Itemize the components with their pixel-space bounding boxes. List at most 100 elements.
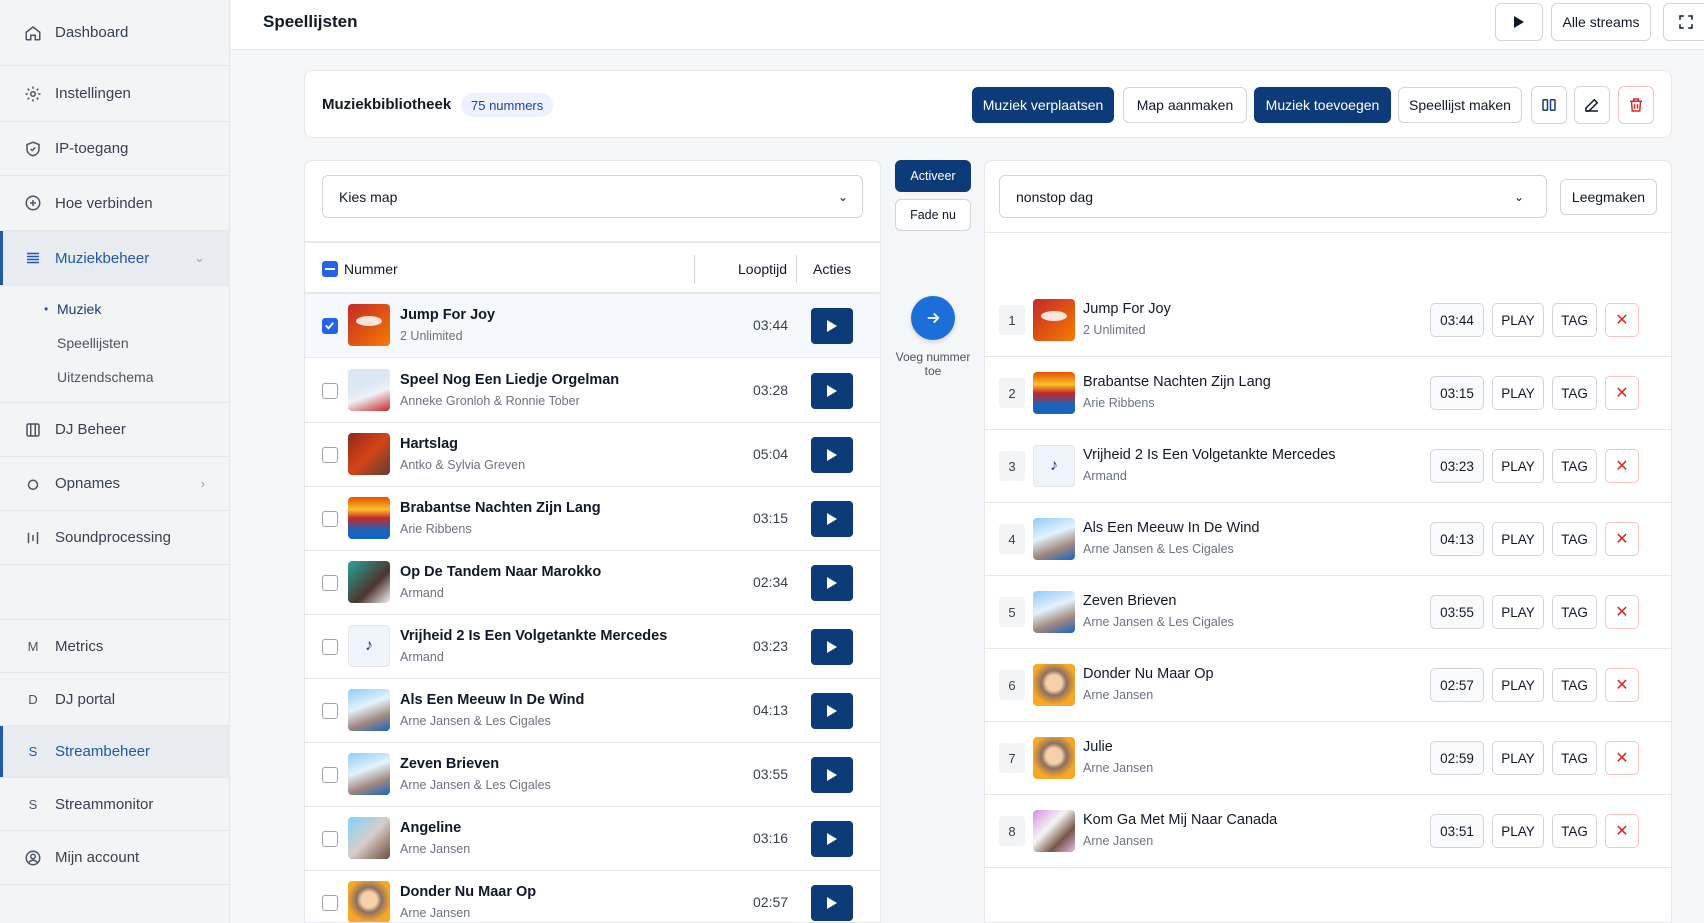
playlist-select[interactable]: nonstop dag ⌄ bbox=[999, 175, 1547, 218]
tag-button[interactable]: TAG bbox=[1552, 668, 1597, 702]
select-all-checkbox[interactable] bbox=[322, 261, 338, 277]
sidebar-item-dj-portal[interactable]: D DJ portal bbox=[0, 673, 229, 726]
play-button[interactable]: PLAY bbox=[1492, 376, 1544, 410]
play-button[interactable]: PLAY bbox=[1492, 668, 1544, 702]
row-checkbox[interactable] bbox=[322, 831, 338, 847]
remove-button[interactable]: ✕ bbox=[1605, 449, 1639, 483]
clear-playlist-button[interactable]: Leegmaken bbox=[1560, 179, 1657, 215]
album-art-thumbnail bbox=[1033, 591, 1075, 633]
play-button[interactable]: PLAY bbox=[1492, 522, 1544, 556]
row-checkbox[interactable] bbox=[322, 383, 338, 399]
sidebar-item-mijn-account[interactable]: Mijn account bbox=[0, 831, 229, 885]
sidebar-item-streammonitor[interactable]: S Streammonitor bbox=[0, 778, 229, 831]
playlist-row[interactable]: 7 Julie Arne Jansen 02:59 PLAY TAG ✕ bbox=[985, 722, 1671, 795]
play-button[interactable]: PLAY bbox=[1492, 814, 1544, 848]
play-button[interactable] bbox=[811, 437, 853, 473]
sidebar-item-hoe-verbinden[interactable]: Hoe verbinden bbox=[0, 176, 229, 231]
sidebar-item-metrics[interactable]: M Metrics bbox=[0, 620, 229, 673]
row-checkbox[interactable] bbox=[322, 703, 338, 719]
table-row[interactable]: Angeline Arne Jansen 03:16 bbox=[305, 807, 880, 871]
sidebar-subitem-uitzendschema[interactable]: Uitzendschema bbox=[0, 360, 229, 394]
column-header-duration[interactable]: Looptijd bbox=[738, 261, 787, 277]
remove-button[interactable]: ✕ bbox=[1605, 522, 1639, 556]
play-button[interactable] bbox=[811, 373, 853, 409]
row-checkbox[interactable] bbox=[322, 511, 338, 527]
add-track-button[interactable] bbox=[911, 296, 955, 340]
playlist-row[interactable]: 4 Als Een Meeuw In De Wind Arne Jansen &… bbox=[985, 503, 1671, 576]
play-button[interactable] bbox=[811, 501, 853, 537]
tag-button[interactable]: TAG bbox=[1552, 595, 1597, 629]
play-button[interactable] bbox=[811, 885, 853, 921]
sidebar-subitem-muziek[interactable]: Muziek bbox=[0, 292, 229, 326]
remove-button[interactable]: ✕ bbox=[1605, 595, 1639, 629]
playlist-row[interactable]: 2 Brabantse Nachten Zijn Lang Arie Ribbe… bbox=[985, 357, 1671, 430]
play-button[interactable] bbox=[811, 308, 853, 344]
edit-button[interactable] bbox=[1574, 86, 1610, 124]
tag-button[interactable]: TAG bbox=[1552, 814, 1597, 848]
play-button[interactable] bbox=[811, 629, 853, 665]
sidebar-item-ip-toegang[interactable]: IP-toegang bbox=[0, 122, 229, 176]
delete-button[interactable] bbox=[1618, 86, 1654, 124]
sidebar-item-opnames[interactable]: Opnames › bbox=[0, 457, 229, 511]
row-checkbox[interactable] bbox=[322, 318, 338, 334]
columns-view-button[interactable] bbox=[1531, 86, 1567, 124]
table-row[interactable]: Op De Tandem Naar Marokko Armand 02:34 bbox=[305, 551, 880, 615]
playlist-row[interactable]: 8 Kom Ga Met Mij Naar Canada Arne Jansen… bbox=[985, 795, 1671, 868]
row-checkbox[interactable] bbox=[322, 767, 338, 783]
row-checkbox[interactable] bbox=[322, 447, 338, 463]
play-button[interactable]: PLAY bbox=[1492, 741, 1544, 775]
play-all-button[interactable] bbox=[1495, 3, 1543, 41]
tag-button[interactable]: TAG bbox=[1552, 376, 1597, 410]
tag-button[interactable]: TAG bbox=[1552, 303, 1597, 337]
play-button[interactable] bbox=[811, 757, 853, 793]
sidebar-item-muziekbeheer[interactable]: Muziekbeheer ⌄ bbox=[0, 231, 229, 286]
remove-button[interactable]: ✕ bbox=[1605, 303, 1639, 337]
all-streams-button[interactable]: Alle streams bbox=[1551, 3, 1651, 41]
create-folder-button[interactable]: Map aanmaken bbox=[1123, 87, 1247, 123]
playlist-row[interactable]: 3 ♪ Vrijheid 2 Is Een Volgetankte Merced… bbox=[985, 430, 1671, 503]
table-row[interactable]: Jump For Joy 2 Unlimited 03:44 bbox=[305, 294, 880, 358]
move-music-button[interactable]: Muziek verplaatsen bbox=[972, 87, 1114, 123]
sidebar-item-dj-beheer[interactable]: DJ Beheer bbox=[0, 403, 229, 457]
pencil-icon bbox=[1585, 98, 1599, 112]
play-button[interactable] bbox=[811, 693, 853, 729]
remove-button[interactable]: ✕ bbox=[1605, 741, 1639, 775]
table-row[interactable]: ♪ Vrijheid 2 Is Een Volgetankte Mercedes… bbox=[305, 615, 880, 679]
add-music-button[interactable]: Muziek toevoegen bbox=[1254, 87, 1391, 123]
tag-button[interactable]: TAG bbox=[1552, 522, 1597, 556]
table-row[interactable]: Donder Nu Maar Op Arne Jansen 02:57 bbox=[305, 871, 880, 922]
sidebar-item-instellingen[interactable]: Instellingen bbox=[0, 66, 229, 122]
playlist-row[interactable]: 6 Donder Nu Maar Op Arne Jansen 02:57 PL… bbox=[985, 649, 1671, 722]
column-header-track[interactable]: Nummer bbox=[344, 261, 398, 277]
play-button[interactable] bbox=[811, 565, 853, 601]
table-row[interactable]: Als Een Meeuw In De Wind Arne Jansen & L… bbox=[305, 679, 880, 743]
row-checkbox[interactable] bbox=[322, 639, 338, 655]
sidebar-item-soundprocessing[interactable]: Soundprocessing bbox=[0, 511, 229, 565]
fade-now-button[interactable]: Fade nu bbox=[895, 199, 971, 231]
track-artist: Arne Jansen bbox=[400, 842, 471, 856]
tag-button[interactable]: TAG bbox=[1552, 449, 1597, 483]
remove-button[interactable]: ✕ bbox=[1605, 668, 1639, 702]
play-button[interactable]: PLAY bbox=[1492, 449, 1544, 483]
remove-button[interactable]: ✕ bbox=[1605, 376, 1639, 410]
table-row[interactable]: Zeven Brieven Arne Jansen & Les Cigales … bbox=[305, 743, 880, 807]
table-row[interactable]: Brabantse Nachten Zijn Lang Arie Ribbens… bbox=[305, 487, 880, 551]
playlist-row[interactable]: 1 Jump For Joy 2 Unlimited 03:44 PLAY TA… bbox=[985, 284, 1671, 357]
sidebar-item-dashboard[interactable]: Dashboard bbox=[0, 0, 229, 66]
table-row[interactable]: Hartslag Antko & Sylvia Greven 05:04 bbox=[305, 423, 880, 487]
activate-button[interactable]: Activeer bbox=[895, 160, 971, 192]
play-button[interactable] bbox=[811, 821, 853, 857]
tag-button[interactable]: TAG bbox=[1552, 741, 1597, 775]
play-button[interactable]: PLAY bbox=[1492, 303, 1544, 337]
fullscreen-button[interactable] bbox=[1663, 3, 1704, 41]
create-playlist-button[interactable]: Speellijst maken bbox=[1398, 87, 1522, 123]
row-checkbox[interactable] bbox=[322, 575, 338, 591]
table-row[interactable]: Speel Nog Een Liedje Orgelman Anneke Gro… bbox=[305, 359, 880, 423]
row-checkbox[interactable] bbox=[322, 895, 338, 911]
sidebar-subitem-speellijsten[interactable]: Speellijsten bbox=[0, 326, 229, 360]
play-button[interactable]: PLAY bbox=[1492, 595, 1544, 629]
sidebar-item-streambeheer[interactable]: S Streambeheer bbox=[0, 726, 229, 778]
playlist-row[interactable]: 5 Zeven Brieven Arne Jansen & Les Cigale… bbox=[985, 576, 1671, 649]
folder-select[interactable]: Kies map ⌄ bbox=[322, 175, 863, 218]
remove-button[interactable]: ✕ bbox=[1605, 814, 1639, 848]
